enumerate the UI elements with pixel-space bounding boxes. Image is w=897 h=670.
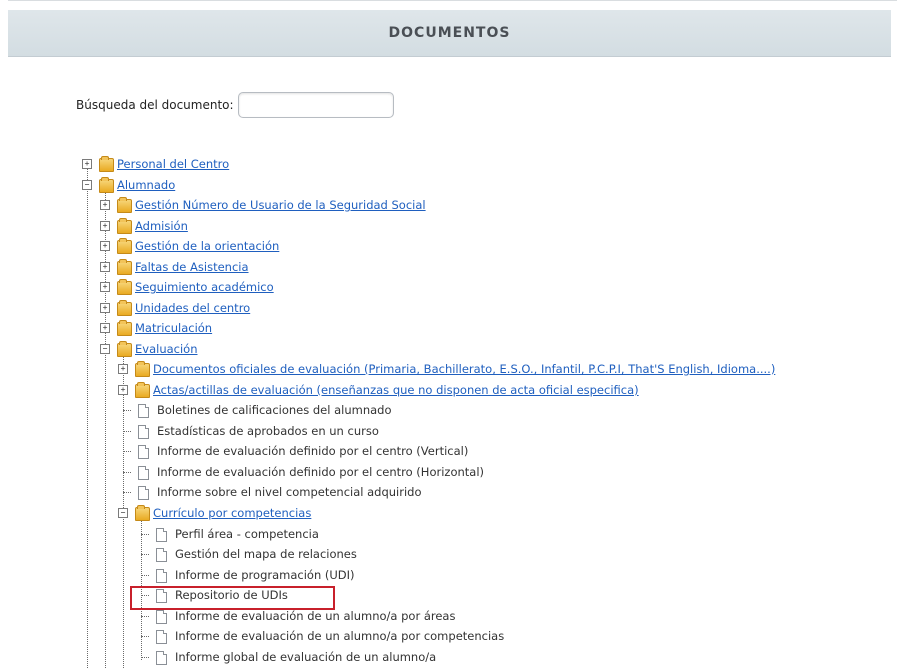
tree-label[interactable]: Gestión de la orientación — [135, 239, 279, 253]
tree-label[interactable]: Faltas de Asistencia — [135, 260, 249, 274]
tree-label-alumnado[interactable]: Alumnado — [117, 178, 175, 192]
tree-label[interactable]: Boletines de calificaciones del alumnado — [157, 403, 392, 417]
plus-box-icon[interactable]: + — [100, 200, 110, 210]
tree-label[interactable]: Informe de evaluación definido por el ce… — [157, 444, 468, 458]
tree-connector — [123, 451, 131, 452]
document-icon — [156, 630, 167, 644]
document-icon — [138, 466, 149, 480]
tree-label[interactable]: Informe de evaluación definido por el ce… — [157, 465, 484, 479]
document-icon — [156, 651, 167, 665]
document-icon — [156, 528, 167, 542]
tree-connector — [141, 657, 149, 658]
document-icon — [138, 445, 149, 459]
tree-label[interactable]: Gestión del mapa de relaciones — [175, 547, 357, 561]
tree-label[interactable]: Gestión Número de Usuario de la Segurida… — [135, 198, 426, 212]
tree-label-evaluacion[interactable]: Evaluación — [135, 342, 198, 356]
tree-connector — [141, 534, 149, 535]
folder-icon — [135, 382, 150, 398]
folder-icon — [135, 505, 150, 521]
tree-label-curriculo[interactable]: Currículo por competencias — [153, 506, 311, 520]
document-icon — [138, 404, 149, 418]
folder-icon — [117, 259, 132, 275]
tree-label[interactable]: Documentos oficiales de evaluación (Prim… — [153, 362, 775, 376]
tree-label[interactable]: Perfil área - competencia — [175, 527, 319, 541]
minus-box-icon[interactable]: − — [82, 180, 92, 190]
folder-icon — [99, 156, 114, 172]
highlight-box — [130, 586, 335, 610]
tree-label[interactable]: Informe de programación (UDI) — [175, 568, 355, 582]
tree-connector — [123, 472, 131, 473]
plus-box-icon[interactable]: + — [100, 241, 110, 251]
folder-icon — [117, 197, 132, 213]
plus-box-icon[interactable]: + — [100, 323, 110, 333]
document-icon — [156, 569, 167, 583]
plus-box-icon[interactable]: + — [100, 282, 110, 292]
plus-box-icon[interactable]: + — [100, 221, 110, 231]
tree-connector — [123, 410, 131, 411]
folder-icon — [117, 320, 132, 336]
document-icon — [138, 486, 149, 500]
tree-label-personal[interactable]: Personal del Centro — [117, 157, 229, 171]
tree-guide-root — [87, 168, 88, 668]
folder-icon — [135, 361, 150, 377]
folder-icon — [117, 300, 132, 316]
document-icon — [138, 425, 149, 439]
document-icon — [156, 610, 167, 624]
tree-label[interactable]: Admisión — [135, 219, 188, 233]
minus-box-icon[interactable]: − — [118, 508, 128, 518]
tree-label[interactable]: Informe de evaluación de un alumno/a por… — [175, 609, 455, 623]
folder-icon — [99, 177, 114, 193]
tree-label[interactable]: Unidades del centro — [135, 301, 250, 315]
plus-box-icon[interactable]: + — [100, 262, 110, 272]
tree-connector — [123, 492, 131, 493]
plus-box-icon[interactable]: + — [118, 385, 128, 395]
tree-connector — [141, 575, 149, 576]
tree-label[interactable]: Informe global de evaluación de un alumn… — [175, 650, 436, 664]
tree-connector — [141, 636, 149, 637]
document-icon — [156, 548, 167, 562]
minus-box-icon[interactable]: − — [100, 344, 110, 354]
plus-box-icon[interactable]: + — [118, 364, 128, 374]
tree-label[interactable]: Estadísticas de aprobados en un curso — [157, 424, 379, 438]
folder-icon — [117, 238, 132, 254]
plus-box-icon[interactable]: + — [82, 159, 92, 169]
tree-connector — [123, 431, 131, 432]
tree-label[interactable]: Matriculación — [135, 321, 212, 335]
document-tree: + Personal del Centro − Alumnado + Gesti… — [0, 0, 897, 670]
tree-label[interactable]: Informe de evaluación de un alumno/a por… — [175, 629, 504, 643]
tree-connector — [141, 554, 149, 555]
plus-box-icon[interactable]: + — [100, 303, 110, 313]
tree-label[interactable]: Actas/actillas de evaluación (enseñanzas… — [153, 383, 639, 397]
tree-connector — [141, 616, 149, 617]
folder-icon — [117, 279, 132, 295]
folder-icon — [117, 218, 132, 234]
tree-label[interactable]: Informe sobre el nivel competencial adqu… — [157, 485, 422, 499]
folder-icon — [117, 341, 132, 357]
tree-label[interactable]: Seguimiento académico — [135, 280, 274, 294]
